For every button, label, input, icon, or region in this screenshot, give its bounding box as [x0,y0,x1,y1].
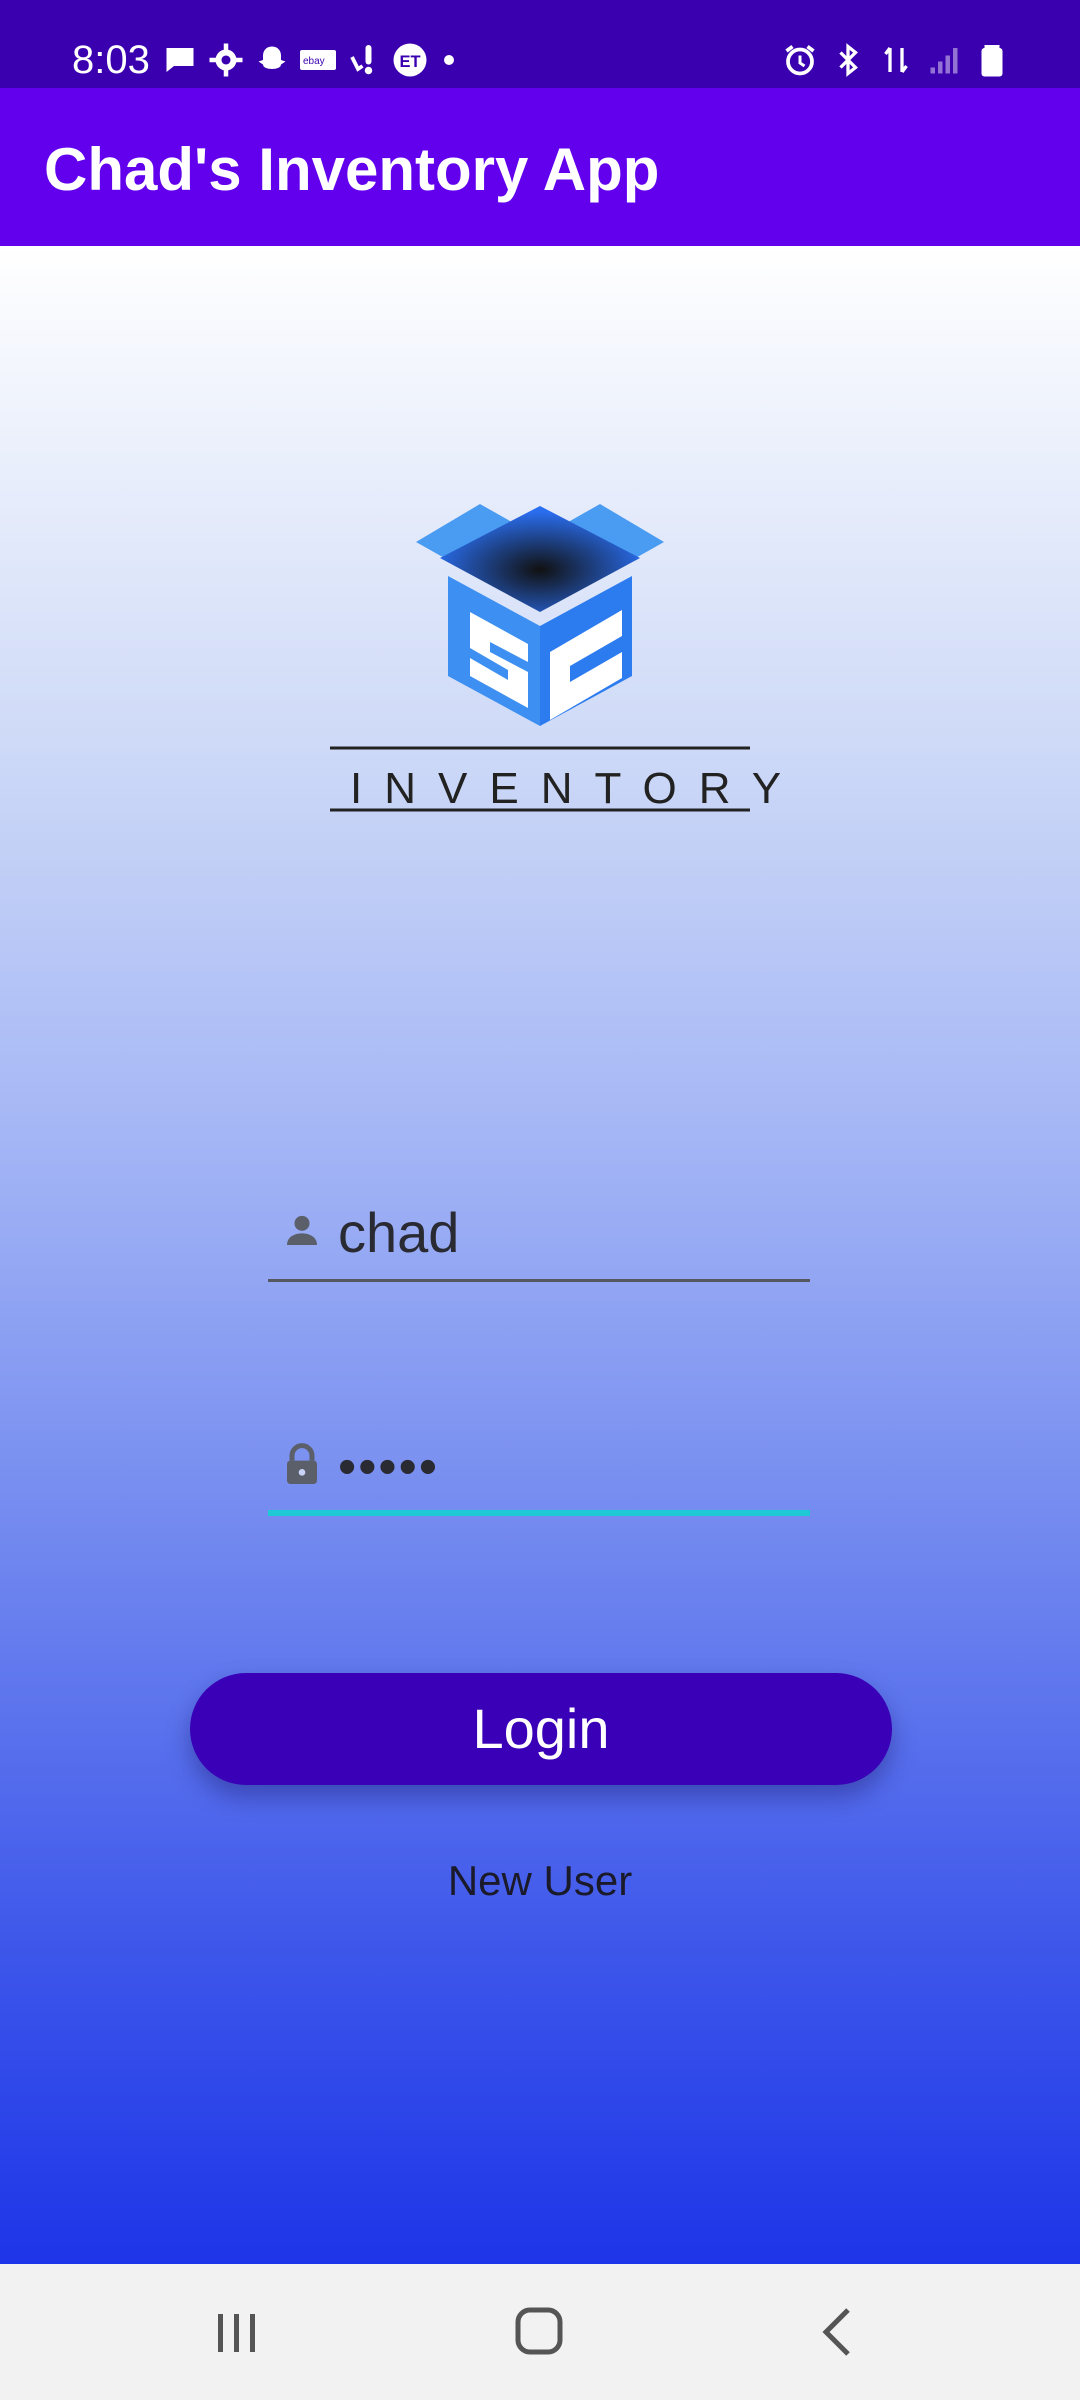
signal-icon [930,48,958,74]
notification-icon [350,45,373,75]
lock-icon [287,1443,317,1484]
username-input[interactable]: chad [338,1200,459,1266]
et-icon: ET [393,43,427,77]
password-underline [268,1510,810,1516]
password-input[interactable]: ••••• [338,1434,439,1500]
back-icon[interactable] [808,2302,872,2362]
bluetooth-icon [839,43,858,77]
username-field[interactable]: chad [268,1186,810,1282]
status-time: 8:03 [72,38,150,82]
svg-text:ET: ET [400,53,421,71]
snapchat-icon [258,46,286,69]
ebay-icon: ebay [300,50,336,70]
dot-icon [444,55,454,65]
username-underline [268,1279,810,1282]
password-field[interactable]: ••••• [268,1420,810,1516]
app-bar: Chad's Inventory App [0,88,1080,246]
data-icon [884,47,908,73]
gear-icon [209,43,243,77]
status-icons-right [782,40,1010,80]
person-icon [287,1215,317,1245]
svg-text:ebay: ebay [303,56,325,67]
login-screen: INVENTORY chad ••••• Login New User [0,246,1080,2264]
chat-icon [166,48,194,72]
recent-apps-icon[interactable] [204,2302,268,2362]
battery-icon [981,45,1003,77]
alarm-icon [785,45,815,76]
home-icon[interactable] [508,2302,572,2362]
new-user-link[interactable]: New User [340,1856,740,1906]
status-bar: 8:03 ebay ET [0,0,1080,88]
app-title: Chad's Inventory App [44,136,660,203]
login-button[interactable]: Login [190,1673,892,1785]
logo-brand-text: INVENTORY [350,764,804,813]
status-icons-left: ebay ET [162,40,454,80]
navigation-bar [0,2264,1080,2400]
